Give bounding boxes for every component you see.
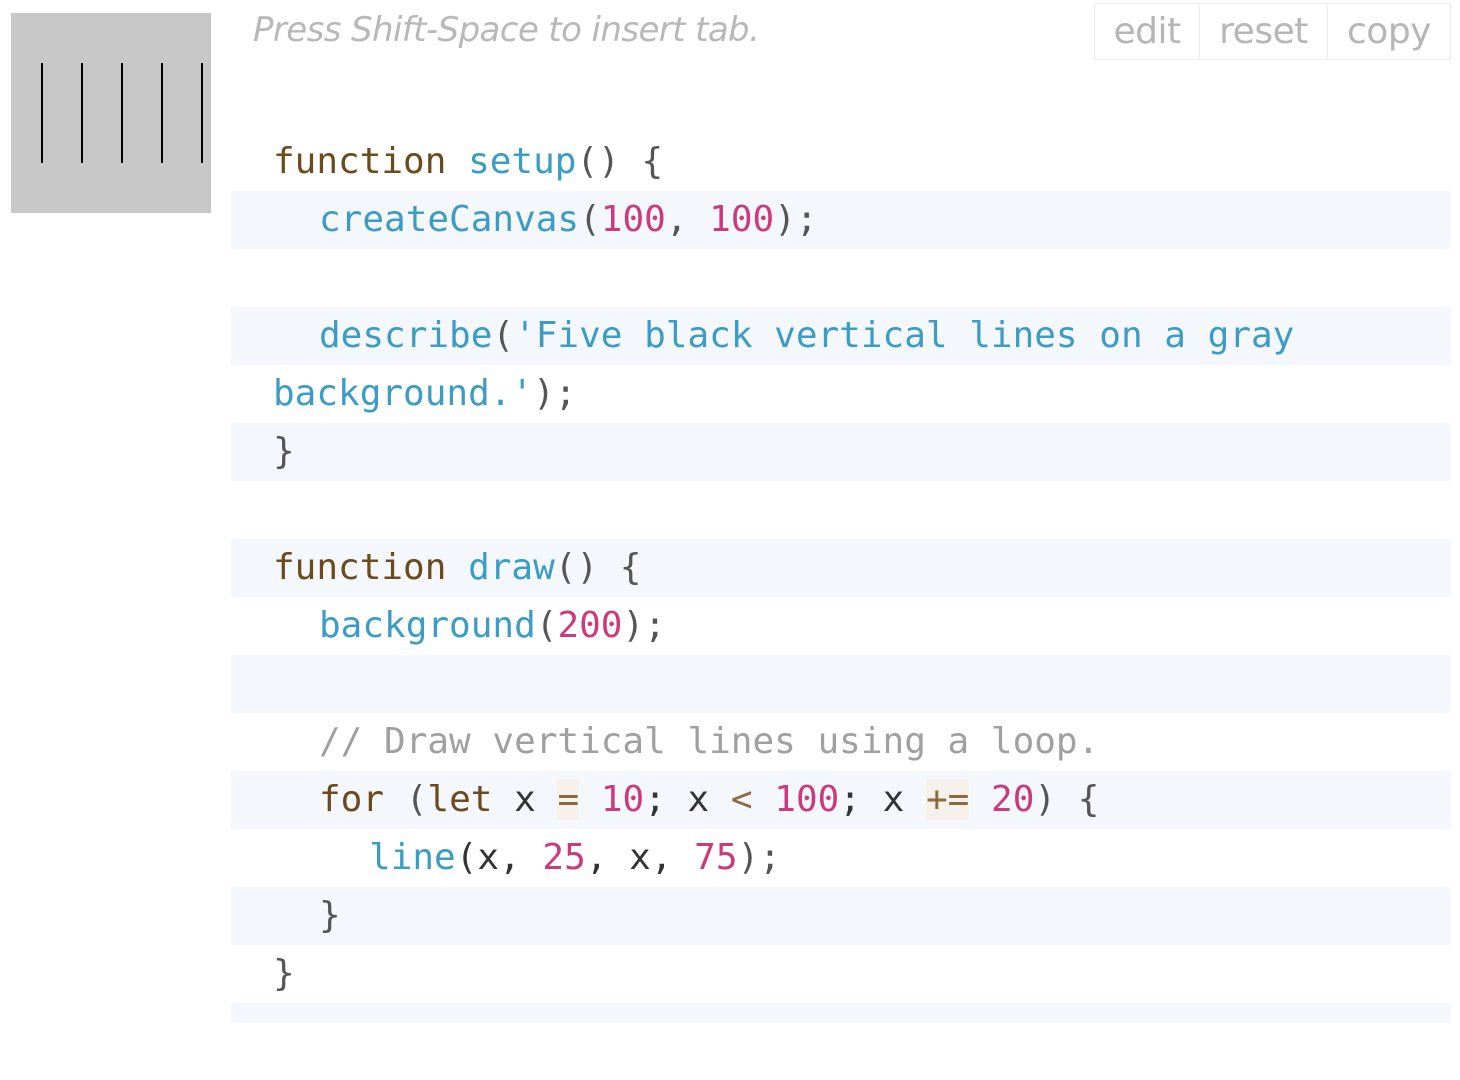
vertical-line-1 <box>41 63 43 163</box>
code-line-12: for (let x = 10; x < 100; x += 20) { <box>231 771 1451 829</box>
vertical-line-2 <box>81 63 83 163</box>
operator: += <box>926 779 970 820</box>
punctuation: () { <box>554 547 642 588</box>
closing-brace: } <box>273 431 295 472</box>
arguments: , x, <box>585 837 695 878</box>
identifier: ; x <box>644 779 731 820</box>
code-line-11: // Draw vertical lines using a loop. <box>231 713 1451 771</box>
number-literal: 25 <box>542 837 586 878</box>
number-literal: 100 <box>774 779 840 820</box>
editor-toolbar: edit reset copy <box>1094 3 1451 60</box>
code-line-5: background.'); <box>231 365 1451 423</box>
edit-button[interactable]: edit <box>1095 4 1200 59</box>
punctuation: ); <box>774 199 818 240</box>
function-call: describe <box>319 315 493 356</box>
code-line-2: createCanvas(100, 100); <box>231 191 1451 249</box>
punctuation: ( <box>384 779 428 820</box>
punctuation: , <box>665 199 710 240</box>
code-line-4: describe('Five black vertical lines on a… <box>231 307 1451 365</box>
sketch-canvas-preview <box>11 13 211 213</box>
code-editor[interactable]: function setup() { createCanvas(100, 100… <box>231 133 1451 1023</box>
reset-button[interactable]: reset <box>1200 4 1328 59</box>
identifier <box>579 779 601 820</box>
code-line-1: function setup() { <box>231 133 1451 191</box>
keyword: function <box>273 547 447 588</box>
code-line-6: } <box>231 423 1451 481</box>
insert-tab-hint: Press Shift-Space to insert tab. <box>253 10 760 50</box>
punctuation: ) { <box>1034 779 1100 820</box>
punctuation: ( <box>579 199 601 240</box>
punctuation: ); <box>533 373 577 414</box>
number-literal: 200 <box>557 605 623 646</box>
number-literal: 100 <box>709 199 775 240</box>
function-name: draw <box>468 547 555 588</box>
code-line-14: } <box>231 887 1451 945</box>
code-comment: // Draw vertical lines using a loop. <box>319 721 1100 762</box>
punctuation: () { <box>576 141 664 182</box>
punctuation: ( <box>492 315 515 356</box>
operator: < <box>730 779 753 820</box>
function-call: line <box>369 837 456 878</box>
code-line-8: function draw() { <box>231 539 1451 597</box>
vertical-line-3 <box>121 63 123 163</box>
keyword: for <box>319 779 385 820</box>
vertical-line-5 <box>201 63 203 163</box>
identifier: ; x <box>839 779 926 820</box>
code-line-15: } <box>231 945 1451 1003</box>
function-call: createCanvas <box>319 199 580 240</box>
identifier: x <box>492 779 558 820</box>
code-line-9: background(200); <box>231 597 1451 655</box>
number-literal: 75 <box>694 837 738 878</box>
function-call: background <box>319 605 536 646</box>
string-literal: 'Five black vertical lines on a gray <box>514 315 1295 356</box>
code-line-end <box>231 1003 1451 1023</box>
string-literal: background.' <box>273 373 534 414</box>
closing-brace: } <box>273 953 295 994</box>
closing-brace: } <box>319 895 341 936</box>
number-literal: 10 <box>600 779 645 820</box>
vertical-line-4 <box>161 63 163 163</box>
identifier <box>969 779 991 820</box>
code-line-10 <box>231 655 1451 713</box>
identifier <box>753 779 775 820</box>
copy-button[interactable]: copy <box>1328 4 1450 59</box>
punctuation: ); <box>622 605 666 646</box>
keyword: let <box>427 779 493 820</box>
number-literal: 20 <box>991 779 1035 820</box>
operator: = <box>557 779 580 820</box>
punctuation: ); <box>737 837 781 878</box>
arguments: (x, <box>455 837 543 878</box>
number-literal: 100 <box>600 199 666 240</box>
function-name: setup <box>468 141 577 182</box>
code-line-13: line(x, 25, x, 75); <box>231 829 1451 887</box>
keyword: function <box>273 141 447 182</box>
punctuation: ( <box>535 605 558 646</box>
